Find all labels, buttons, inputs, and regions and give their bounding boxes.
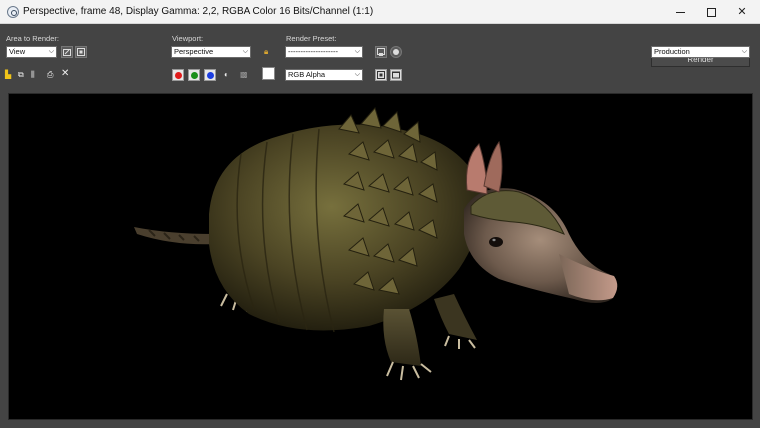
eye-highlight [492,238,496,242]
area-to-render-label: Area to Render: [6,34,59,43]
front-claws [386,361,432,381]
red-channel-toggle[interactable] [172,69,184,81]
render-preset-label: Render Preset: [286,34,337,43]
viewport-label: Viewport: [172,34,204,43]
chevron-down-icon: ⌵ [48,48,54,55]
maximize-icon [706,7,716,17]
maximize-button[interactable] [695,0,727,24]
render-viewport[interactable] [8,93,753,420]
auto-region-icon[interactable] [75,46,87,58]
blue-channel-icon [207,72,214,79]
minimize-button[interactable] [664,0,696,24]
close-icon: ✕ [737,6,747,18]
armadillo-tail [134,227,217,245]
minimize-icon [675,11,685,13]
display-alpha-icon[interactable]: ◐ [224,70,229,80]
armadillo-eye [489,237,503,247]
clear-icon[interactable]: ✕ [61,69,69,79]
render-mode-dropdown[interactable]: Production ⌵ [651,46,750,58]
chevron-down-icon: ⌵ [354,48,360,55]
channel-dropdown[interactable]: RGB Alpha ⌵ [285,69,363,81]
monochrome-icon[interactable]: ▩ [240,70,248,80]
print-icon[interactable]: ⎙ [47,70,53,80]
title-bar: Perspective, frame 48, Display Gamma: 2,… [0,0,760,24]
render-preset-dropdown[interactable]: -------------------- ⌵ [285,46,363,58]
close-button[interactable]: ✕ [726,0,758,24]
render-toolbar: Area to Render: View ⌵ Viewport: Perspect… [0,25,760,87]
color-swatch[interactable] [262,67,275,80]
area-to-render-dropdown[interactable]: View ⌵ [6,46,57,58]
red-channel-icon [175,72,182,79]
viewport-dropdown[interactable]: Perspective ⌵ [171,46,251,58]
render-preset-value: -------------------- [288,47,338,56]
chevron-down-icon: ⌵ [242,48,248,55]
lock-icon[interactable]: 🔒︎ [264,47,268,57]
blue-channel-toggle[interactable] [204,69,216,81]
channel-value: RGB Alpha [288,70,326,79]
environment-icon[interactable] [390,46,402,58]
copy-image-icon[interactable]: ⧉ [18,70,24,80]
save-image-icon[interactable]: ▙ [5,70,11,80]
render-setup-icon[interactable] [375,46,387,58]
window-icon[interactable] [390,69,402,81]
chevron-down-icon: ⌵ [741,48,747,55]
edit-region-icon[interactable] [61,46,73,58]
front-leg [383,309,421,366]
render-mode-value: Production [654,47,690,56]
far-front-leg [434,294,477,340]
area-to-render-value: View [9,47,26,56]
right-ear [483,140,503,193]
green-channel-icon [191,72,198,79]
clone-window-icon[interactable]: ⫼ [31,70,35,80]
frame-icon[interactable] [375,69,387,81]
app-icon[interactable] [7,6,19,18]
chevron-down-icon: ⌵ [354,71,360,78]
green-channel-toggle[interactable] [188,69,200,81]
rendered-image [134,106,618,381]
viewport-value: Perspective [174,47,214,56]
window-title: Perspective, frame 48, Display Gamma: 2,… [23,6,374,17]
